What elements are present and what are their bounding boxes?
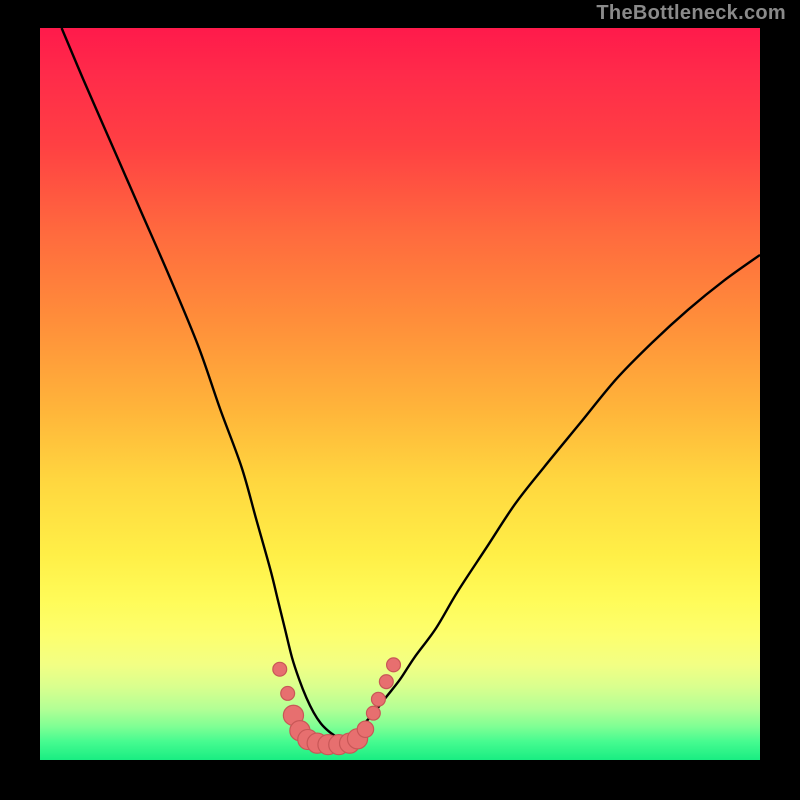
gradient-background bbox=[40, 28, 760, 760]
chart-stage: TheBottleneck.com bbox=[0, 0, 800, 800]
watermark-text: TheBottleneck.com bbox=[596, 2, 786, 25]
plot-area bbox=[40, 28, 760, 760]
